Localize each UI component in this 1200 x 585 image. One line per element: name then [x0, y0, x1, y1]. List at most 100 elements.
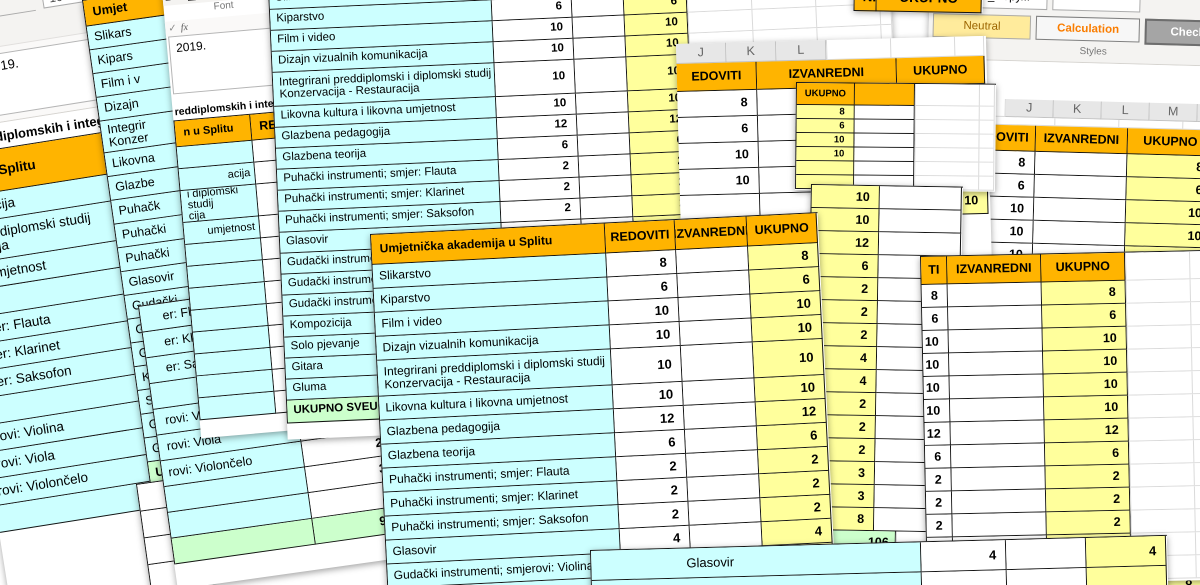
value-cell[interactable]: [677, 271, 750, 298]
ukupno-value-cell[interactable]: 10: [752, 315, 823, 342]
ukupno-value-cell[interactable]: 10: [1126, 200, 1200, 225]
ukupno-value-cell[interactable]: 2: [760, 495, 831, 522]
ukupno-value-cell[interactable]: 10: [1043, 327, 1127, 352]
ukupno-value-cell[interactable]: 12: [1044, 419, 1128, 444]
value-cell[interactable]: 2: [619, 502, 690, 529]
value-cell[interactable]: [952, 512, 1046, 537]
ukupno-value-cell[interactable]: 10: [796, 133, 854, 148]
value-cell[interactable]: 2: [617, 478, 688, 505]
value-cell[interactable]: [576, 91, 629, 114]
grid-cell[interactable]: [1130, 508, 1200, 533]
grid-cell[interactable]: [1129, 439, 1200, 464]
column-header-cell[interactable]: UKUPNO: [797, 83, 855, 106]
ukupno-value-cell[interactable]: 8: [748, 243, 819, 270]
value-cell[interactable]: 6: [922, 307, 948, 331]
value-cell[interactable]: [580, 175, 633, 198]
value-cell[interactable]: 10: [679, 142, 760, 170]
ukupno-value-cell[interactable]: 10: [811, 208, 879, 232]
value-cell[interactable]: 12: [614, 406, 685, 433]
style-check-cell[interactable]: Check Cell: [1145, 19, 1200, 48]
value-cell[interactable]: [578, 133, 631, 156]
value-cell[interactable]: [879, 232, 961, 256]
value-cell[interactable]: [1007, 568, 1088, 585]
ukupno-value-cell[interactable]: 2: [759, 471, 830, 498]
value-cell[interactable]: 10: [609, 298, 680, 325]
ukupno-value-cell[interactable]: 2: [1045, 465, 1129, 490]
ukupno-value-cell[interactable]: 12: [811, 231, 879, 255]
value-cell[interactable]: [580, 196, 633, 219]
ukupno-value-cell[interactable]: 10: [1044, 373, 1128, 398]
column-header-cell[interactable]: REDOVITI: [605, 220, 676, 253]
value-cell[interactable]: [687, 474, 760, 501]
ukupno-value-cell[interactable]: 8: [1042, 281, 1126, 306]
value-cell[interactable]: [681, 342, 755, 381]
value-cell[interactable]: 10: [611, 346, 683, 385]
value-cell[interactable]: [880, 186, 962, 210]
value-cell[interactable]: 8: [922, 284, 948, 308]
column-header-cell[interactable]: NI: [854, 0, 876, 11]
ukupno-value-cell[interactable]: 10: [750, 291, 821, 318]
value-cell[interactable]: 2: [616, 454, 687, 481]
value-cell[interactable]: [574, 57, 627, 93]
grid-cell[interactable]: [1126, 302, 1200, 327]
value-cell[interactable]: [949, 351, 1043, 376]
value-cell[interactable]: 4: [921, 540, 1007, 572]
ukupno-value-cell[interactable]: 12: [756, 399, 827, 426]
ukupno-value-cell[interactable]: 6: [749, 267, 820, 294]
ukupno-value-cell[interactable]: 10: [812, 185, 880, 209]
value-cell[interactable]: 2: [926, 514, 952, 538]
value-cell[interactable]: [684, 402, 757, 429]
ukupno-value-cell[interactable]: 10: [796, 147, 854, 162]
value-cell[interactable]: [855, 120, 915, 135]
value-cell[interactable]: 12: [924, 422, 950, 446]
value-cell[interactable]: 2: [926, 491, 952, 515]
value-cell[interactable]: [678, 294, 751, 321]
column-header-cell[interactable]: IZVANREDNI: [1036, 126, 1129, 154]
value-cell[interactable]: [685, 426, 758, 453]
underline-icon[interactable]: U: [187, 0, 196, 2]
value-cell[interactable]: 8: [606, 250, 677, 277]
font-name-box[interactable]: [0, 0, 36, 28]
ukupno-value-cell[interactable]: 10: [1044, 396, 1128, 421]
value-cell[interactable]: [950, 420, 1044, 445]
ukupno-value-cell[interactable]: [796, 161, 854, 176]
ukupno-value-cell[interactable]: 10: [625, 13, 689, 37]
value-cell[interactable]: [922, 570, 1008, 585]
column-header-cell[interactable]: [855, 84, 915, 107]
grid-cell[interactable]: [1126, 279, 1200, 304]
column-header-cell[interactable]: UKUPNO: [1041, 253, 1126, 283]
value-cell[interactable]: 6: [607, 274, 678, 301]
grid-cell[interactable]: [1127, 325, 1200, 350]
value-cell[interactable]: [879, 209, 961, 233]
value-cell[interactable]: [948, 282, 1042, 307]
grid-cell[interactable]: [914, 134, 994, 149]
value-cell[interactable]: 8: [677, 90, 758, 118]
value-cell[interactable]: 10: [613, 382, 684, 409]
value-cell[interactable]: [688, 498, 761, 525]
value-cell[interactable]: 10: [924, 376, 950, 400]
value-cell[interactable]: 2: [925, 468, 951, 492]
ukupno-value-cell[interactable]: 10: [755, 375, 826, 402]
ukupno-value-cell[interactable]: 6: [797, 119, 855, 134]
grid-cell[interactable]: [914, 148, 994, 163]
ukupno-value-cell[interactable]: 10: [1125, 223, 1200, 248]
value-cell[interactable]: [686, 450, 759, 477]
font-size-box[interactable]: 16: [41, 0, 85, 9]
value-cell[interactable]: 10: [924, 399, 950, 423]
value-cell[interactable]: [579, 154, 632, 177]
grid-cell[interactable]: [915, 106, 995, 121]
grid-cell[interactable]: [1129, 462, 1200, 487]
value-cell[interactable]: [950, 374, 1044, 399]
ukupno-value-cell[interactable]: 6: [1042, 304, 1126, 329]
value-cell[interactable]: [951, 466, 1045, 491]
grid-cell[interactable]: [915, 120, 995, 135]
fx-icon[interactable]: fx: [180, 22, 188, 34]
column-header-cell[interactable]: [915, 84, 995, 107]
value-cell[interactable]: 10: [679, 168, 760, 196]
ukupno-value-cell[interactable]: 10: [1043, 350, 1127, 375]
bold-icon[interactable]: B: [164, 0, 173, 4]
column-header-cell[interactable]: [1125, 251, 1200, 281]
value-cell[interactable]: 10: [923, 353, 949, 377]
value-cell[interactable]: [1035, 152, 1128, 177]
value-cell[interactable]: [680, 318, 753, 345]
